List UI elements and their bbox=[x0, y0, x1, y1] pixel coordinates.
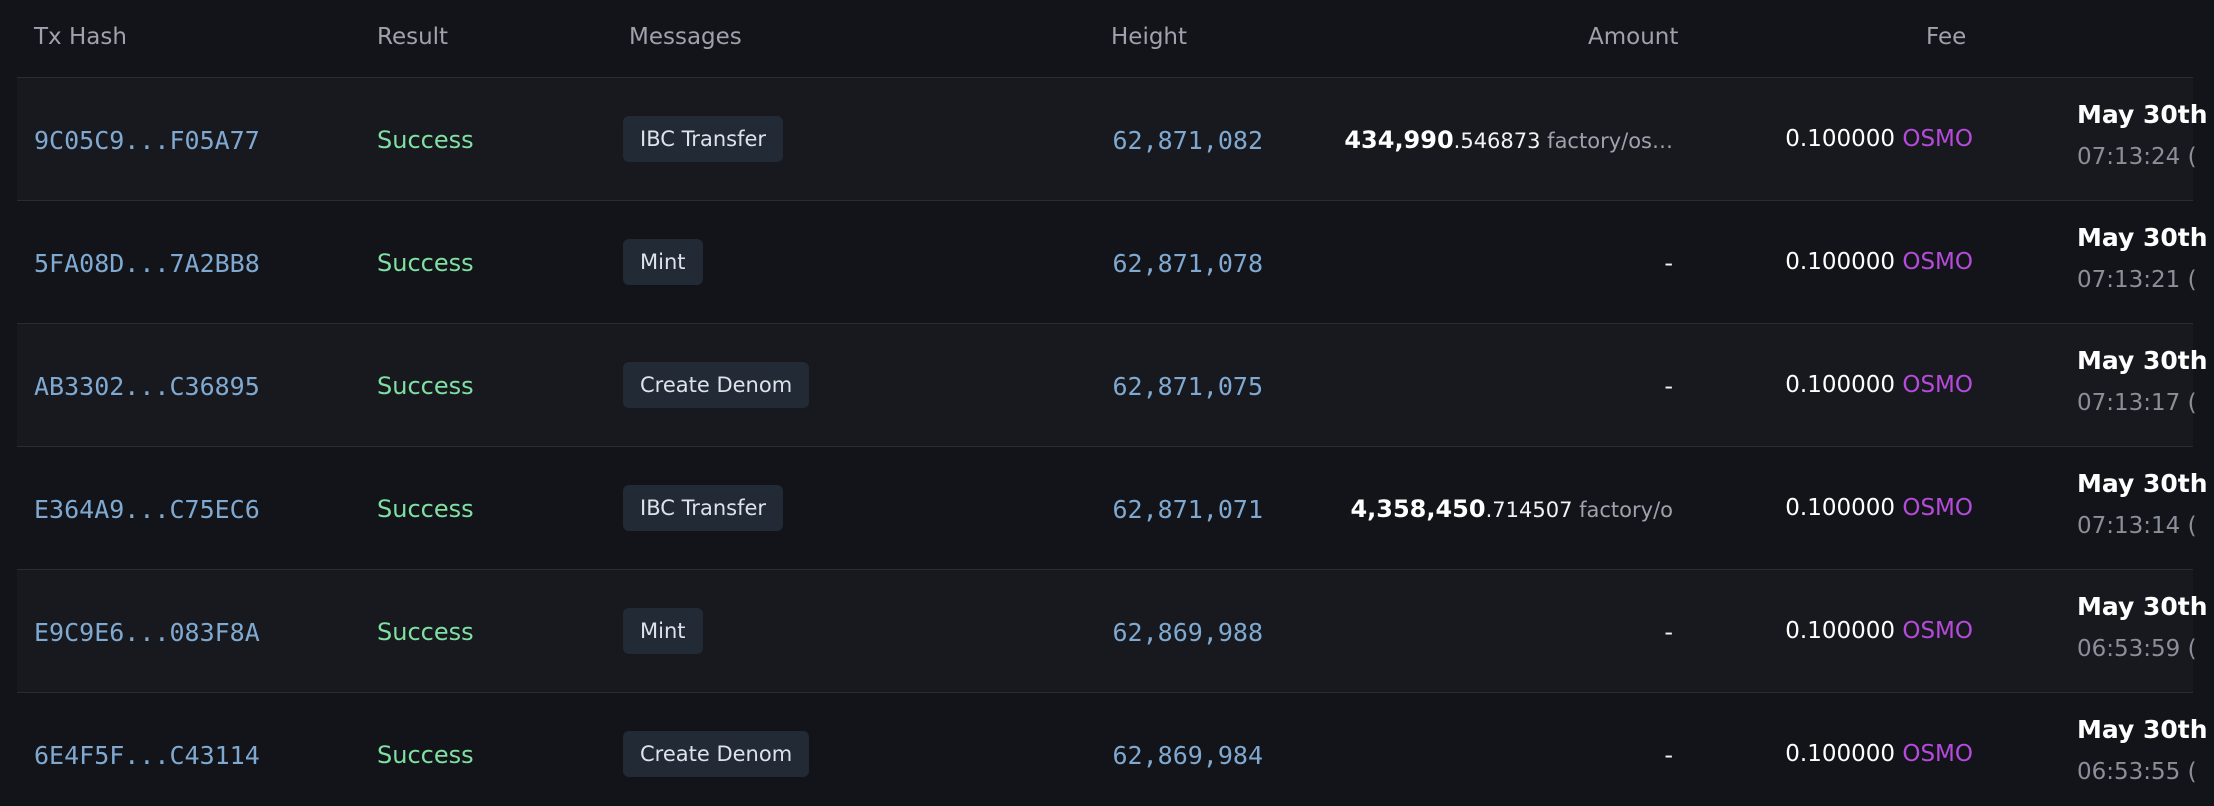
fee-value: 0.100000 bbox=[1785, 249, 1896, 275]
timestamp: May 30th 07:13:14 ( bbox=[2077, 469, 2208, 541]
result-status: Success bbox=[377, 741, 474, 769]
tx-hash-link[interactable]: E9C9E6...083F8A bbox=[34, 618, 260, 647]
amount-fraction: .714507 bbox=[1485, 498, 1573, 522]
timestamp: May 30th 07:13:24 ( bbox=[2077, 100, 2208, 172]
tx-time: 06:53:55 ( bbox=[2077, 759, 2197, 785]
table-row[interactable]: 6E4F5F...C43114 Success Create Denom 62,… bbox=[17, 693, 2208, 806]
message-badge: IBC Transfer bbox=[623, 485, 784, 531]
fee-denom: OSMO bbox=[1902, 741, 1973, 767]
tx-date: May 30th bbox=[2077, 715, 2208, 744]
fee-denom: OSMO bbox=[1902, 126, 1973, 152]
fee: 0.100000 OSMO bbox=[1717, 372, 1973, 398]
tx-time: 07:13:17 ( bbox=[2077, 390, 2197, 416]
amount-empty: - bbox=[1664, 741, 1673, 769]
fee: 0.100000 OSMO bbox=[1717, 495, 1973, 521]
amount-empty: - bbox=[1664, 372, 1673, 400]
tx-hash-link[interactable]: 6E4F5F...C43114 bbox=[34, 741, 260, 770]
fee-value: 0.100000 bbox=[1785, 126, 1896, 152]
result-status: Success bbox=[377, 126, 474, 154]
amount: - bbox=[1317, 618, 1673, 646]
fee: 0.100000 OSMO bbox=[1717, 741, 1973, 767]
amount: 434,990.546873 factory/os… bbox=[1317, 126, 1673, 154]
tx-date: May 30th bbox=[2077, 592, 2208, 621]
tx-time: 06:53:59 ( bbox=[2077, 636, 2197, 662]
transactions-table: Tx Hash Result Messages Height Amount Fe… bbox=[17, 0, 2214, 806]
tx-time: 07:13:24 ( bbox=[2077, 144, 2197, 170]
amount-integer: 434,990 bbox=[1344, 126, 1454, 154]
tx-hash-link[interactable]: 5FA08D...7A2BB8 bbox=[34, 249, 260, 278]
amount: - bbox=[1317, 372, 1673, 400]
fee-denom: OSMO bbox=[1902, 618, 1973, 644]
header-fee[interactable]: Fee bbox=[1926, 24, 1966, 50]
tx-date: May 30th bbox=[2077, 346, 2208, 375]
result-status: Success bbox=[377, 618, 474, 646]
message-badge: IBC Transfer bbox=[623, 116, 784, 162]
block-height-link[interactable]: 62,869,988 bbox=[1082, 618, 1263, 647]
tx-time: 07:13:21 ( bbox=[2077, 267, 2197, 293]
amount-denom: factory/o bbox=[1572, 498, 1673, 522]
fee-value: 0.100000 bbox=[1785, 741, 1896, 767]
block-height-link[interactable]: 62,871,075 bbox=[1082, 372, 1263, 401]
amount: - bbox=[1317, 741, 1673, 769]
fee-value: 0.100000 bbox=[1785, 372, 1896, 398]
amount: 4,358,450.714507 factory/o bbox=[1317, 495, 1673, 523]
tx-date: May 30th bbox=[2077, 223, 2208, 252]
fee-denom: OSMO bbox=[1902, 495, 1973, 521]
amount: - bbox=[1317, 249, 1673, 277]
amount-empty: - bbox=[1664, 618, 1673, 646]
block-height-link[interactable]: 62,871,078 bbox=[1082, 249, 1263, 278]
timestamp: May 30th 06:53:59 ( bbox=[2077, 592, 2208, 664]
tx-date: May 30th bbox=[2077, 469, 2208, 498]
tx-hash-link[interactable]: AB3302...C36895 bbox=[34, 372, 260, 401]
header-amount[interactable]: Amount bbox=[1588, 24, 1678, 50]
header-messages[interactable]: Messages bbox=[629, 24, 742, 50]
fee: 0.100000 OSMO bbox=[1717, 618, 1973, 644]
header-result[interactable]: Result bbox=[377, 24, 448, 50]
table-row[interactable]: E364A9...C75EC6 Success IBC Transfer 62,… bbox=[17, 447, 2208, 570]
fee-value: 0.100000 bbox=[1785, 495, 1896, 521]
timestamp: May 30th 06:53:55 ( bbox=[2077, 715, 2208, 787]
fee-value: 0.100000 bbox=[1785, 618, 1896, 644]
table-header: Tx Hash Result Messages Height Amount Fe… bbox=[17, 0, 2193, 78]
result-status: Success bbox=[377, 372, 474, 400]
block-height-link[interactable]: 62,869,984 bbox=[1082, 741, 1263, 770]
tx-time: 07:13:14 ( bbox=[2077, 513, 2197, 539]
amount-fraction: .546873 bbox=[1453, 129, 1541, 153]
table-row[interactable]: AB3302...C36895 Success Create Denom 62,… bbox=[17, 324, 2208, 447]
message-badge: Create Denom bbox=[623, 731, 810, 777]
tx-date: May 30th bbox=[2077, 100, 2208, 129]
message-badge: Create Denom bbox=[623, 362, 810, 408]
result-status: Success bbox=[377, 495, 474, 523]
tx-hash-link[interactable]: 9C05C9...F05A77 bbox=[34, 126, 260, 155]
timestamp: May 30th 07:13:17 ( bbox=[2077, 346, 2208, 418]
table-row[interactable]: 9C05C9...F05A77 Success IBC Transfer 62,… bbox=[17, 78, 2208, 201]
message-badge: Mint bbox=[623, 608, 703, 654]
amount-denom: factory/os… bbox=[1540, 129, 1673, 153]
block-height-link[interactable]: 62,871,082 bbox=[1082, 126, 1263, 155]
fee-denom: OSMO bbox=[1902, 249, 1973, 275]
fee-denom: OSMO bbox=[1902, 372, 1973, 398]
header-tx-hash[interactable]: Tx Hash bbox=[34, 24, 127, 50]
amount-integer: 4,358,450 bbox=[1350, 495, 1486, 523]
amount-empty: - bbox=[1664, 249, 1673, 277]
result-status: Success bbox=[377, 249, 474, 277]
timestamp: May 30th 07:13:21 ( bbox=[2077, 223, 2208, 295]
message-badge: Mint bbox=[623, 239, 703, 285]
tx-hash-link[interactable]: E364A9...C75EC6 bbox=[34, 495, 260, 524]
block-height-link[interactable]: 62,871,071 bbox=[1082, 495, 1263, 524]
table-row[interactable]: E9C9E6...083F8A Success Mint 62,869,988 … bbox=[17, 570, 2208, 693]
fee: 0.100000 OSMO bbox=[1717, 249, 1973, 275]
fee: 0.100000 OSMO bbox=[1717, 126, 1973, 152]
header-height[interactable]: Height bbox=[1111, 24, 1187, 50]
table-row[interactable]: 5FA08D...7A2BB8 Success Mint 62,871,078 … bbox=[17, 201, 2208, 324]
